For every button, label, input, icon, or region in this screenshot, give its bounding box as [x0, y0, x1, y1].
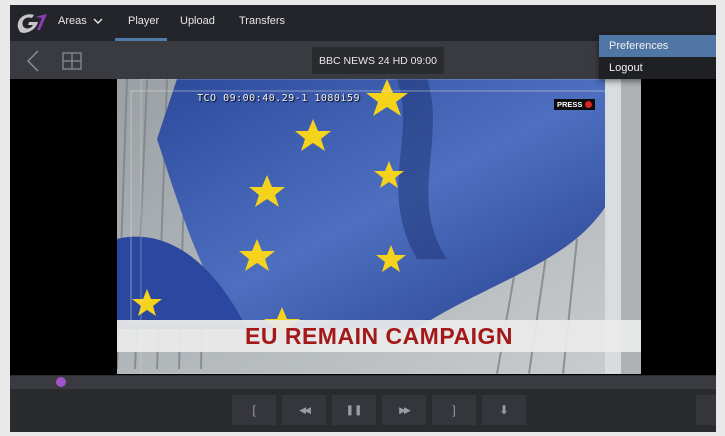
timeline-scrubber[interactable]: [10, 376, 716, 389]
mark-out-icon: ]: [452, 403, 456, 417]
fast-forward-button[interactable]: ▶▶: [382, 395, 426, 425]
download-button[interactable]: ⬇: [482, 395, 526, 425]
pause-icon: ❚❚: [345, 404, 363, 416]
rewind-button[interactable]: ◀◀: [282, 395, 326, 425]
menu-item-logout[interactable]: Logout: [599, 57, 716, 79]
transport-controls: [ ◀◀ ❚❚ ▶▶ ] ⬇: [10, 389, 716, 432]
fast-forward-icon: ▶▶: [399, 404, 411, 415]
mark-in-icon: [: [252, 403, 256, 417]
user-dropdown-menu: Preferences Logout: [599, 35, 716, 79]
tab-upload[interactable]: Upload: [180, 15, 215, 27]
chevron-down-icon: [93, 18, 103, 24]
lower-third-caption: EU REMAIN CAMPAIGN: [117, 320, 641, 352]
back-icon[interactable]: [26, 50, 40, 72]
timecode-overlay: TCO 09:00:40.29-1 1080i59: [197, 93, 361, 104]
tab-transfers[interactable]: Transfers: [239, 15, 285, 27]
mark-out-button[interactable]: ]: [432, 395, 476, 425]
playhead-handle[interactable]: [56, 377, 66, 387]
source-channel-label[interactable]: BBC NEWS 24 HD 09:00: [312, 47, 444, 74]
video-frame[interactable]: TCO 09:00:40.29-1 1080i59 PRESS EU REMAI…: [117, 79, 641, 374]
overflow-button[interactable]: [696, 395, 716, 425]
areas-menu[interactable]: Areas: [58, 15, 103, 27]
pause-button[interactable]: ❚❚: [332, 395, 376, 425]
video-viewport: TCO 09:00:40.29-1 1080i59 PRESS EU REMAI…: [10, 79, 716, 375]
areas-label: Areas: [58, 15, 87, 27]
press-badge: PRESS: [554, 99, 596, 110]
grid-layout-icon[interactable]: [62, 52, 82, 70]
menu-item-preferences[interactable]: Preferences: [599, 35, 716, 57]
rewind-icon: ◀◀: [299, 404, 311, 415]
tab-player[interactable]: Player: [128, 15, 159, 27]
download-icon: ⬇: [498, 403, 510, 417]
app-window: Areas Player Upload Transfers BBC NEWS 2…: [10, 5, 716, 432]
record-dot-icon: [585, 101, 593, 108]
caption-text: EU REMAIN CAMPAIGN: [245, 322, 513, 349]
press-badge-label: PRESS: [557, 100, 583, 109]
mark-in-button[interactable]: [: [232, 395, 276, 425]
gv-logo[interactable]: [14, 8, 50, 38]
